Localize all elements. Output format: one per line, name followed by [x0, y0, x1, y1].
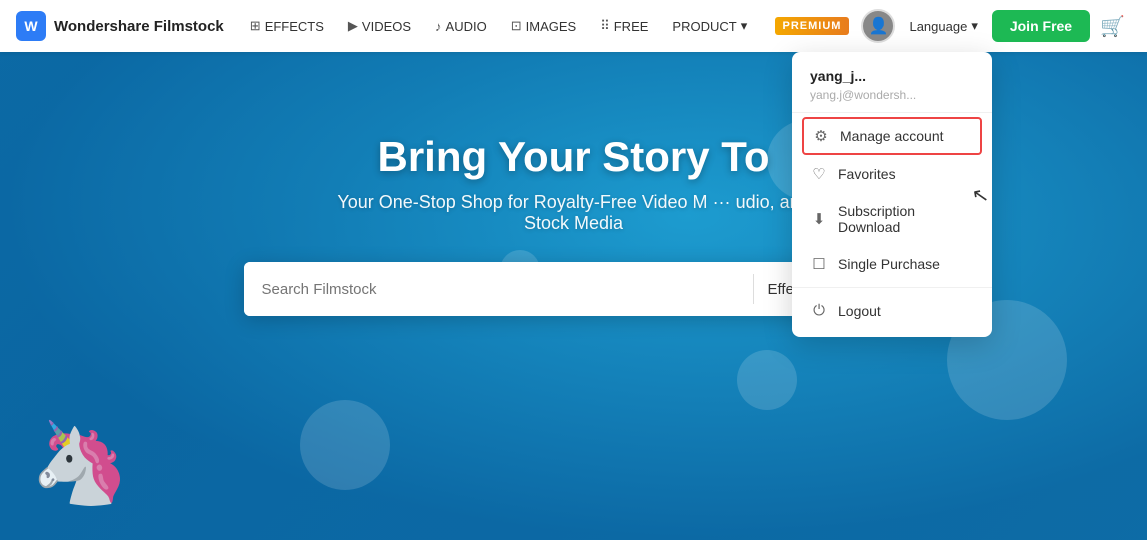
search-input[interactable]	[244, 262, 753, 316]
avatar-icon: 👤	[869, 16, 889, 36]
nav-videos[interactable]: ▶ VIDEOS	[338, 12, 421, 40]
dropdown-divider	[792, 287, 992, 288]
cart-icon[interactable]: 🛒	[1094, 8, 1131, 45]
heart-icon: ♡	[810, 165, 828, 183]
dropdown-favorites[interactable]: ♡ Favorites	[792, 155, 992, 193]
dropdown-user-email: yang.j@wondersh...	[792, 86, 992, 113]
logo-icon: W	[16, 11, 46, 41]
logo[interactable]: W Wondershare Filmstock	[16, 11, 224, 41]
download-icon: ⬇	[810, 210, 828, 228]
images-icon: ⊡	[511, 18, 522, 34]
free-icon: ⠿	[600, 18, 610, 34]
videos-icon: ▶	[348, 18, 358, 34]
language-chevron-icon: ▾	[971, 18, 978, 34]
dropdown-manage-account[interactable]: ⚙ Manage account	[802, 117, 982, 155]
receipt-icon: ☐	[810, 255, 828, 273]
nav-effects[interactable]: ⊞ EFFECTS	[240, 12, 334, 40]
nav-images[interactable]: ⊡ IMAGES	[501, 12, 586, 40]
effects-icon: ⊞	[250, 18, 261, 34]
navbar: W Wondershare Filmstock ⊞ EFFECTS ▶ VIDE…	[0, 0, 1147, 52]
dropdown-subscription-download[interactable]: ⬇ Subscription Download	[792, 193, 992, 245]
premium-badge[interactable]: PREMIUM	[775, 17, 850, 35]
gear-icon: ⚙	[812, 127, 830, 145]
power-icon: ⏻	[810, 302, 828, 319]
dropdown-single-purchase[interactable]: ☐ Single Purchase	[792, 245, 992, 283]
brand-name: Wondershare Filmstock	[54, 18, 224, 35]
language-selector[interactable]: Language ▾	[899, 12, 987, 40]
avatar[interactable]: 👤	[861, 9, 895, 43]
product-chevron-icon: ▾	[741, 18, 748, 34]
unicorn-decoration: 🦄	[30, 416, 130, 510]
user-dropdown-menu: yang_j... yang.j@wondersh... ⚙ Manage ac…	[792, 52, 992, 337]
nav-free[interactable]: ⠿ FREE	[590, 12, 658, 40]
dropdown-logout[interactable]: ⏻ Logout	[792, 292, 992, 329]
nav-audio[interactable]: ♪ AUDIO	[425, 13, 497, 40]
nav-product[interactable]: PRODUCT ▾	[662, 12, 757, 40]
join-free-button[interactable]: Join Free	[992, 10, 1090, 42]
audio-icon: ♪	[435, 19, 442, 34]
dropdown-username: yang_j...	[792, 60, 992, 86]
